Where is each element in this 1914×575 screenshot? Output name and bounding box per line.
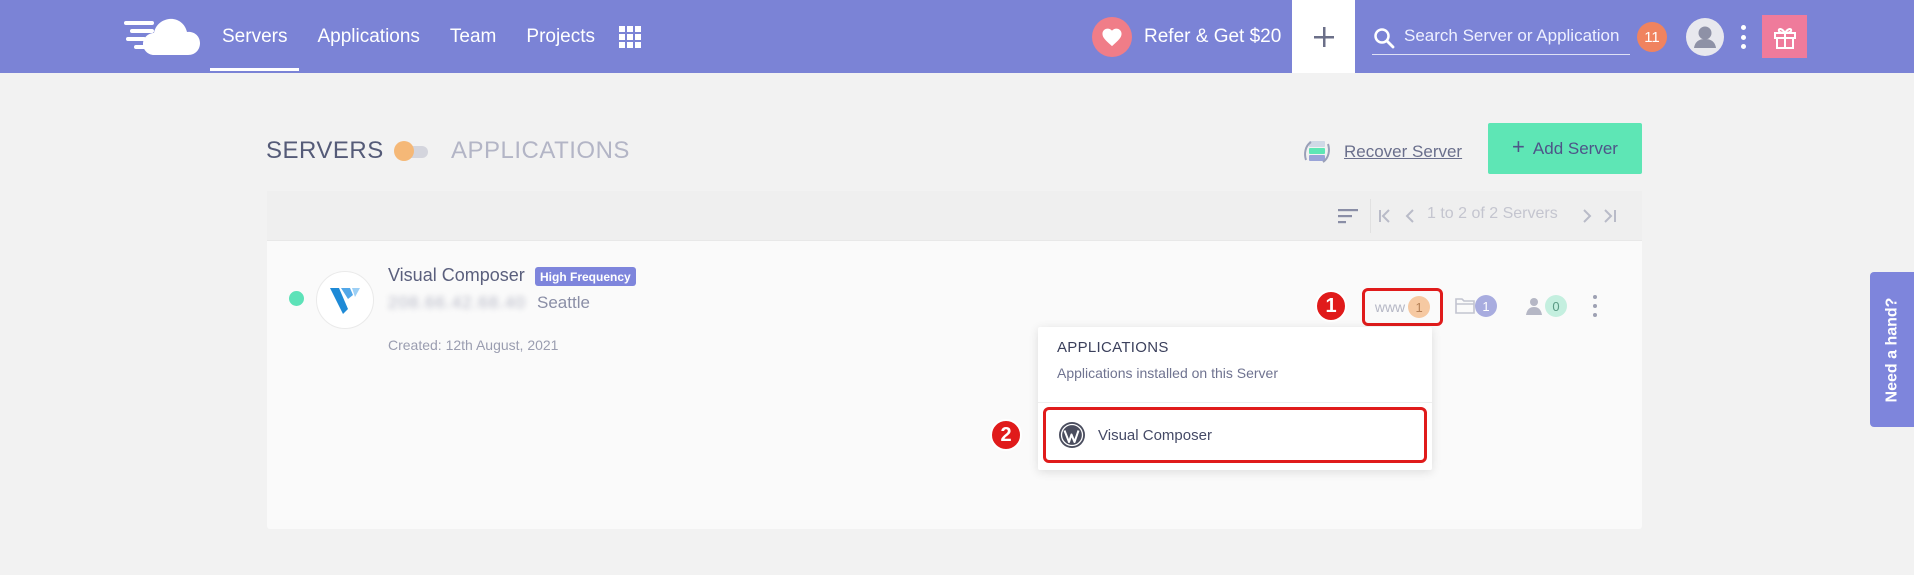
server-ip: 208.66.42.68.40 <box>388 293 526 312</box>
applications-dropdown: APPLICATIONS Applications installed on t… <box>1038 327 1432 470</box>
user-avatar-icon <box>1694 26 1716 48</box>
vultr-logo-icon <box>330 288 360 314</box>
need-help-label: Need a hand? <box>1883 297 1900 402</box>
dropdown-item-label: Visual Composer <box>1098 426 1212 444</box>
server-options-icon[interactable] <box>1590 295 1600 317</box>
wordpress-icon <box>1059 422 1085 448</box>
add-server-label: Add Server <box>1532 138 1618 158</box>
need-help-tab[interactable]: Need a hand? <box>1870 272 1914 427</box>
next-page-icon[interactable] <box>1578 205 1596 227</box>
previous-page-icon[interactable] <box>1401 205 1419 227</box>
recover-server-icon <box>1304 141 1330 163</box>
files-button[interactable]: 1 <box>1454 295 1497 317</box>
applications-heading[interactable]: APPLICATIONS <box>451 137 630 165</box>
user-icon <box>1526 298 1542 315</box>
folder-icon <box>1455 298 1475 314</box>
notification-count-badge[interactable]: 11 <box>1637 22 1667 52</box>
callout-marker-1: 1 <box>1315 290 1347 322</box>
main-nav: Servers Applications Team Projects <box>210 0 613 73</box>
more-options-icon[interactable] <box>1738 25 1748 49</box>
server-created-date: Created: 12th August, 2021 <box>388 337 559 353</box>
refer-button[interactable]: Refer & Get $20 <box>1092 17 1281 57</box>
quick-add-button[interactable] <box>1292 0 1355 73</box>
search-bar <box>1372 17 1630 55</box>
users-button[interactable]: 0 <box>1525 295 1567 317</box>
dropdown-divider <box>1038 402 1432 403</box>
search-icon <box>1374 27 1395 48</box>
gift-button[interactable] <box>1762 15 1807 58</box>
nav-item-servers[interactable]: Servers <box>210 0 300 73</box>
callout-marker-2: 2 <box>990 419 1022 451</box>
apps-grid-icon[interactable] <box>619 26 641 48</box>
server-location: Seattle <box>537 293 590 312</box>
nav-item-projects[interactable]: Projects <box>514 0 607 73</box>
server-status-dot <box>289 291 304 306</box>
avatar[interactable] <box>1686 18 1724 56</box>
pager-divider <box>1370 199 1371 233</box>
first-page-icon[interactable] <box>1376 205 1394 227</box>
apps-count-badge: 1 <box>1408 296 1431 318</box>
gift-icon <box>1773 27 1796 49</box>
server-provider-logo[interactable] <box>316 271 374 329</box>
dropdown-subtitle: Applications installed on this Server <box>1057 365 1279 381</box>
dropdown-item-application[interactable]: Visual Composer <box>1043 407 1427 463</box>
cloudways-logo-icon[interactable] <box>124 15 200 59</box>
plus-icon <box>1313 26 1334 47</box>
www-label: www <box>1374 299 1406 315</box>
nav-item-team[interactable]: Team <box>438 0 508 73</box>
card-toolbar: 1 to 2 of 2 Servers <box>267 191 1642 241</box>
recover-server-link[interactable]: Recover Server <box>1302 135 1462 169</box>
users-count-badge: 0 <box>1545 295 1567 317</box>
sort-icon[interactable] <box>1337 205 1359 227</box>
high-frequency-badge: High Frequency <box>535 267 636 286</box>
files-count-badge: 1 <box>1475 295 1497 317</box>
servers-applications-toggle[interactable] <box>394 141 428 161</box>
refer-label: Refer & Get $20 <box>1144 26 1282 47</box>
server-name-link[interactable]: Visual Composer <box>388 265 525 286</box>
search-input[interactable] <box>1404 25 1624 46</box>
servers-heading: SERVERS <box>266 137 384 164</box>
top-navigation-bar: Servers Applications Team Projects Refer… <box>0 0 1914 73</box>
recover-server-label: Recover Server <box>1344 142 1463 161</box>
heart-icon <box>1092 17 1132 57</box>
pagination-text: 1 to 2 of 2 Servers <box>1427 205 1558 222</box>
plus-icon: + <box>1512 134 1525 159</box>
applications-count-button[interactable]: www 1 <box>1362 288 1443 326</box>
dropdown-title: APPLICATIONS <box>1057 339 1169 356</box>
nav-item-applications[interactable]: Applications <box>305 0 431 73</box>
servers-card: 1 to 2 of 2 Servers Visual Composer High… <box>267 191 1642 529</box>
add-server-button[interactable]: + Add Server <box>1488 123 1642 174</box>
last-page-icon[interactable] <box>1601 205 1619 227</box>
